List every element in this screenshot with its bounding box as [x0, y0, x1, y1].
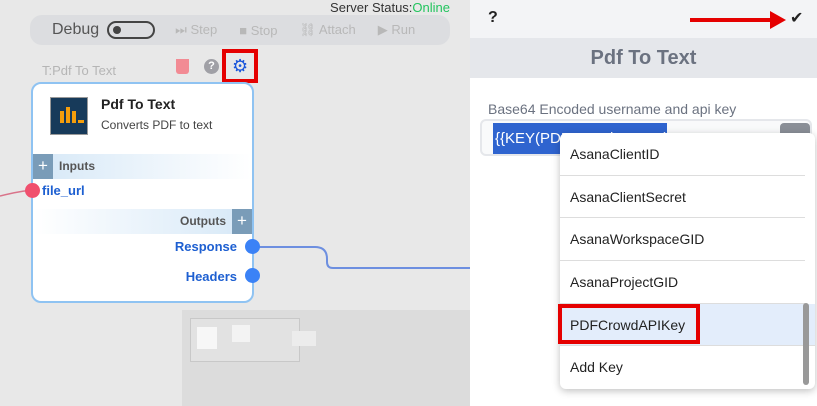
input-port-dot[interactable]	[25, 183, 40, 198]
node-logo-icon	[50, 97, 88, 135]
dropdown-item[interactable]: AsanaWorkspaceGID	[560, 218, 805, 262]
highlight-box	[558, 304, 700, 344]
dropdown-item[interactable]: AsanaClientSecret	[560, 176, 805, 219]
pdf-to-text-node[interactable]: Pdf To Text Converts PDF to text + Inputs…	[31, 82, 254, 303]
output-connection	[254, 246, 470, 269]
flow-canvas[interactable]: Server Status:Online Debug ⏭ Step ■ Stop…	[0, 0, 470, 406]
help-button[interactable]: ?	[488, 9, 498, 27]
add-output-button[interactable]: +	[232, 209, 252, 234]
input-file-url[interactable]: file_url	[42, 183, 85, 198]
outputs-label: Outputs	[180, 214, 226, 228]
response-port-dot[interactable]	[245, 239, 260, 254]
field-label: Base64 Encoded username and api key	[488, 101, 737, 117]
add-input-button[interactable]: +	[33, 154, 53, 179]
node-title: Pdf To Text	[101, 96, 176, 112]
minimap[interactable]	[182, 310, 470, 406]
inputs-label: Inputs	[59, 159, 95, 173]
headers-port-dot[interactable]	[245, 268, 260, 283]
node-description: Converts PDF to text	[101, 118, 213, 132]
dropdown-item[interactable]: AsanaProjectGID	[560, 261, 805, 304]
inputs-header: + Inputs	[33, 154, 252, 179]
confirm-check-icon[interactable]: ✔	[790, 8, 803, 28]
panel-title: Pdf To Text	[470, 38, 817, 78]
panel-header: ? ✔	[470, 0, 817, 38]
dropdown-item[interactable]: AsanaClientID	[560, 133, 805, 176]
output-headers[interactable]: Headers	[186, 269, 237, 284]
outputs-header: Outputs +	[33, 209, 252, 234]
annotation-arrow	[690, 11, 786, 29]
add-key-item[interactable]: Add Key	[560, 346, 805, 389]
key-dropdown: AsanaClientID AsanaClientSecret AsanaWor…	[560, 133, 815, 389]
dropdown-scrollbar[interactable]	[803, 303, 809, 385]
output-response[interactable]: Response	[175, 239, 237, 254]
